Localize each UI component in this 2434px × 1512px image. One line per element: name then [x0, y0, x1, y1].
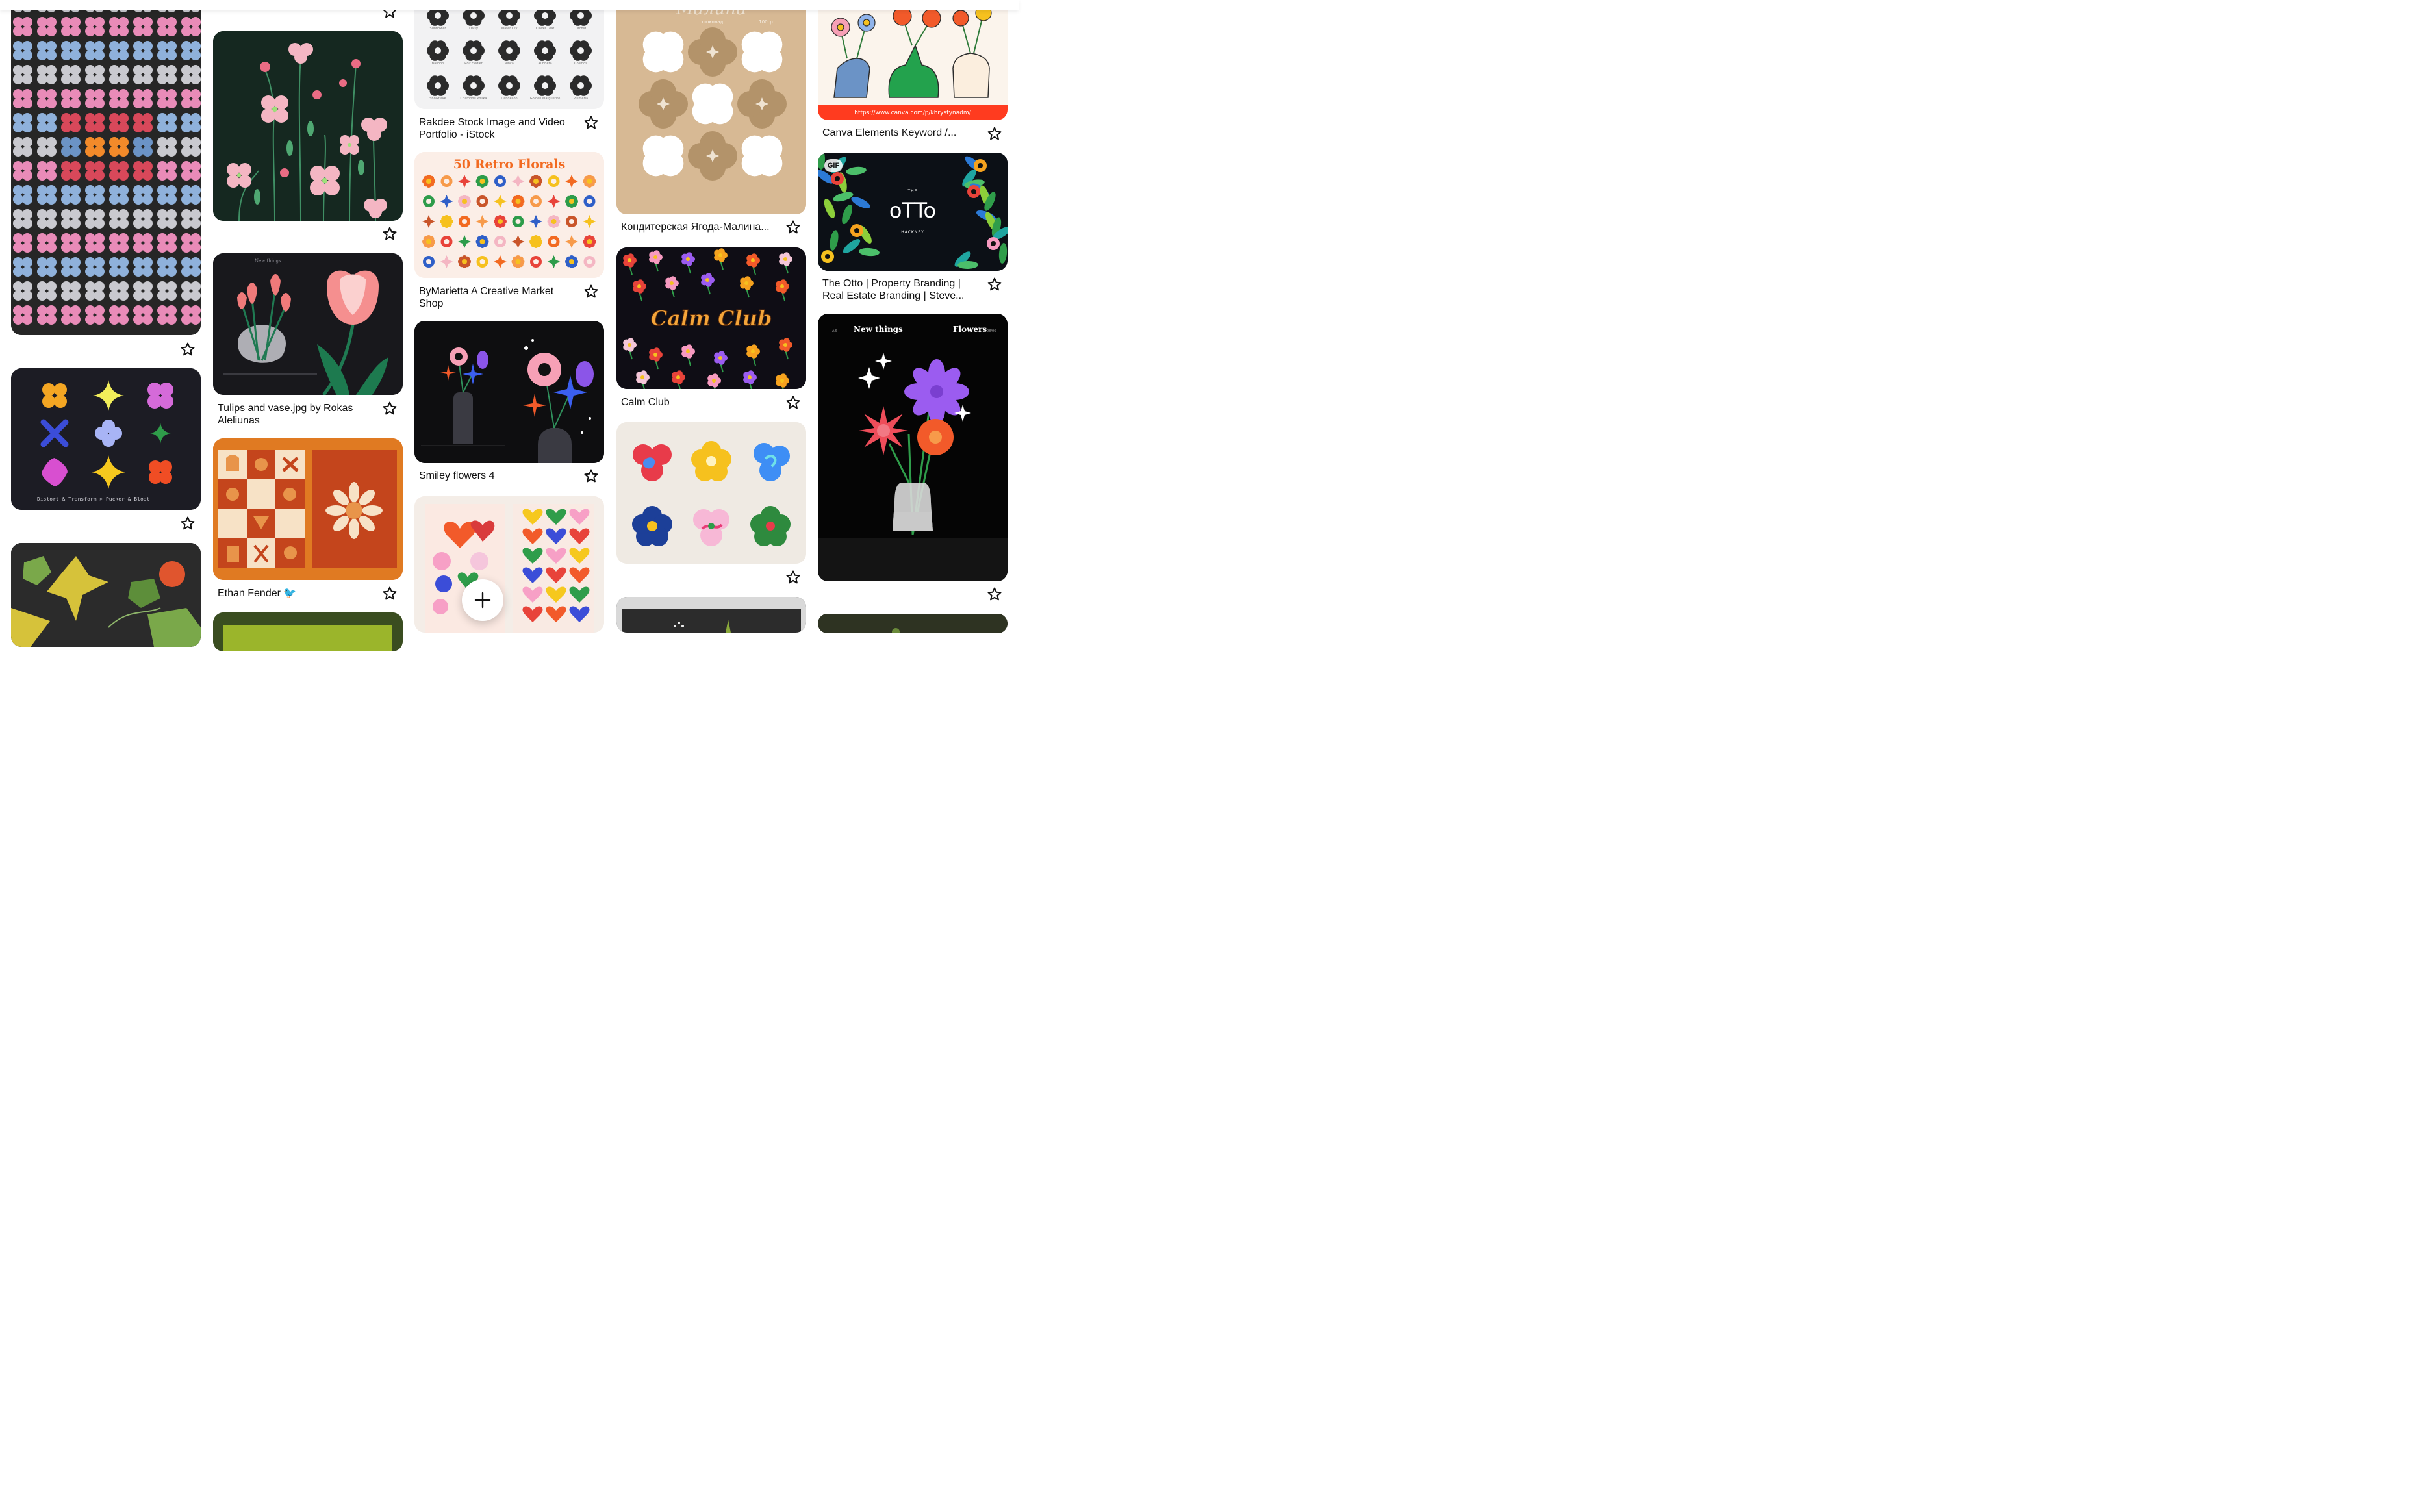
icon-label: Champhu Phuka	[460, 97, 487, 101]
icon-label: Dandelion	[501, 97, 518, 101]
pin-image-otto-branding[interactable]: THE oTTo HACKNEY GIF	[818, 153, 1008, 271]
icon-label: Water Lily	[501, 27, 518, 31]
pin-image-calm-club[interactable]: Calm Club	[616, 247, 806, 389]
pin-image-malina-package[interactable]: Малина шоколад 100гр	[616, 0, 806, 214]
image-small-heading: New things	[255, 258, 281, 264]
icon-label: Golden Marguerite	[529, 97, 561, 101]
pin-title[interactable]: ByMarietta A Creative Market Shop	[419, 285, 575, 310]
poster-corner-b: 08/06	[987, 329, 996, 333]
top-header-bar	[0, 0, 1019, 10]
pin-image-flower-icons[interactable]: Sunflower Daisy Water Lily Clover Leaf Orchi…	[414, 0, 604, 109]
icon-label: Daisy	[469, 27, 478, 31]
save-star-icon[interactable]	[785, 570, 801, 585]
pin-image-blob-flowers[interactable]	[616, 422, 806, 564]
otto-the-text: THE	[907, 189, 918, 194]
save-star-icon[interactable]	[987, 126, 1002, 142]
icon-label: Cosmos	[574, 62, 587, 66]
icon-label: Rolf Fiedler	[464, 62, 483, 66]
pin-title[interactable]: Smiley flowers 4	[419, 470, 575, 482]
retro-florals-heading: 50 Retro Florals	[453, 157, 566, 171]
pin-title[interactable]: The Otto | Property Branding | Real Esta…	[822, 277, 985, 302]
canva-url-text: https://www.canva.com/p/khrystynadm/	[854, 110, 971, 116]
pin-title[interactable]: Rakdee Stock Image and Video Portfolio -…	[419, 116, 575, 141]
poster-corner-a: A.S	[832, 329, 837, 333]
save-star-icon[interactable]	[382, 401, 398, 416]
save-star-icon[interactable]	[583, 284, 599, 299]
pin-image-quatrefoil-pattern[interactable]	[11, 0, 201, 335]
icon-label: Balloon	[431, 62, 444, 66]
calm-club-script: Calm Club	[651, 306, 772, 331]
pin-image-olive-partial[interactable]	[818, 614, 1008, 633]
create-pin-button[interactable]	[462, 579, 503, 621]
pin-image-flowers-vase-poster[interactable]: New things Flowers A.S 08/06	[818, 314, 1008, 581]
pin-title[interactable]: Calm Club	[621, 396, 777, 409]
pin-title[interactable]: Canva Elements Keyword /...	[822, 127, 985, 139]
poster-left-heading: New things	[854, 325, 903, 334]
pin-image-tulips-vase[interactable]: New things	[213, 253, 403, 395]
icon-label: Aubrieta	[538, 62, 552, 66]
save-star-icon[interactable]	[785, 220, 801, 235]
save-star-icon[interactable]	[987, 586, 1002, 602]
pin-image-dark-partial[interactable]	[616, 597, 806, 633]
package-sub-right: 100гр	[759, 19, 773, 25]
package-sub-left: шоколад	[702, 19, 724, 25]
pin-image-smiley-flowers[interactable]	[414, 321, 604, 463]
pin-image-geometric-plants[interactable]	[11, 543, 201, 647]
poster-right-heading: Flowers	[953, 325, 987, 334]
plus-icon	[474, 592, 491, 609]
pin-title[interactable]: Tulips and vase.jpg by Rokas Aleliunas	[218, 402, 374, 427]
pin-image-retro-florals[interactable]: 50 Retro Florals	[414, 152, 604, 278]
save-star-icon[interactable]	[382, 226, 398, 242]
pin-image-pink-flowers-dark[interactable]	[213, 31, 403, 221]
pin-image-folk-tiles[interactable]	[213, 438, 403, 580]
pin-title[interactable]: Кондитерская Ягода-Малина...	[621, 221, 783, 233]
gif-badge: GIF	[824, 159, 843, 172]
image-caption-text: Distort & Transform > Pucker & Bloat	[37, 496, 150, 502]
pin-title[interactable]: Ethan Fender 🐦	[218, 587, 374, 599]
pin-image-canva-vases[interactable]: https://www.canva.com/p/khrystynadm/	[818, 0, 1008, 120]
icon-label: Snowflake	[429, 97, 446, 101]
pin-image-green-partial[interactable]	[213, 612, 403, 651]
save-star-icon[interactable]	[583, 468, 599, 484]
icon-label: Vinca	[505, 62, 514, 66]
icon-label: Orchid	[575, 27, 587, 31]
otto-name-text: oTTo	[889, 198, 936, 223]
icon-label: Plumeria	[573, 97, 589, 101]
save-star-icon[interactable]	[180, 342, 196, 357]
icon-label: Clover Leaf	[535, 27, 555, 31]
pin-image-heart-posters[interactable]	[414, 496, 604, 633]
save-star-icon[interactable]	[583, 115, 599, 131]
otto-place-text: HACKNEY	[901, 230, 924, 234]
save-star-icon[interactable]	[987, 277, 1002, 292]
save-star-icon[interactable]	[382, 586, 398, 601]
save-star-icon[interactable]	[180, 516, 196, 531]
save-star-icon[interactable]	[785, 395, 801, 410]
pin-image-distort-shapes[interactable]: Distort & Transform > Pucker & Bloat	[11, 368, 201, 510]
icon-label: Sunflower	[429, 27, 446, 31]
